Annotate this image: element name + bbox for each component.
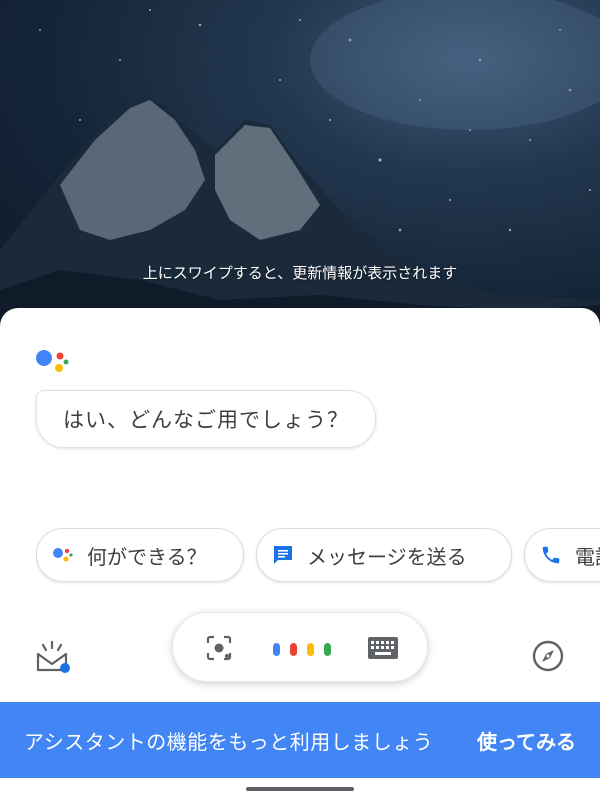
swipe-up-hint: 上にスワイプすると、更新情報が表示されます: [142, 264, 458, 282]
assistant-input-pill: [172, 612, 428, 682]
home-indicator[interactable]: [246, 787, 354, 791]
suggestion-chip-phone[interactable]: 電話: [524, 528, 600, 582]
assistant-sheet: はい、どんなご用でしょう？ 何ができる？ メッセージを送る 電 アシスタントの機…: [0, 308, 600, 800]
chip-label: メッセージを送る: [307, 544, 467, 569]
suggestion-chip-what-can-you-do[interactable]: 何ができる？: [36, 528, 244, 582]
promo-banner: アシスタントの機能をもっと利用しましょう 使ってみる: [0, 702, 600, 778]
keyboard-icon[interactable]: [367, 635, 399, 661]
banner-text: アシスタントの機能をもっと利用しましょう: [24, 729, 434, 754]
assistant-input-row: [0, 612, 600, 692]
snapshot-updates-icon[interactable]: [32, 636, 72, 676]
assistant-mic-dots-icon[interactable]: [271, 641, 335, 657]
google-assistant-icon: [36, 350, 69, 372]
compass-icon[interactable]: [528, 636, 568, 676]
chip-label: 何ができる？: [87, 544, 207, 569]
suggestion-chip-send-message[interactable]: メッセージを送る: [256, 528, 512, 582]
phone-icon: [539, 543, 563, 567]
message-icon: [271, 543, 295, 567]
lens-icon[interactable]: [205, 634, 233, 662]
try-it-button[interactable]: 使ってみる: [477, 726, 576, 755]
google-assistant-icon: [51, 543, 75, 567]
wallpaper: 上にスワイプすると、更新情報が表示されます: [0, 0, 600, 330]
greeting-text: はい、どんなご用でしょう？: [63, 408, 349, 432]
suggestion-chips: 何ができる？ メッセージを送る 電話: [36, 528, 600, 588]
assistant-greeting-bubble: はい、どんなご用でしょう？: [36, 390, 376, 448]
chip-label: 電話: [575, 544, 600, 569]
